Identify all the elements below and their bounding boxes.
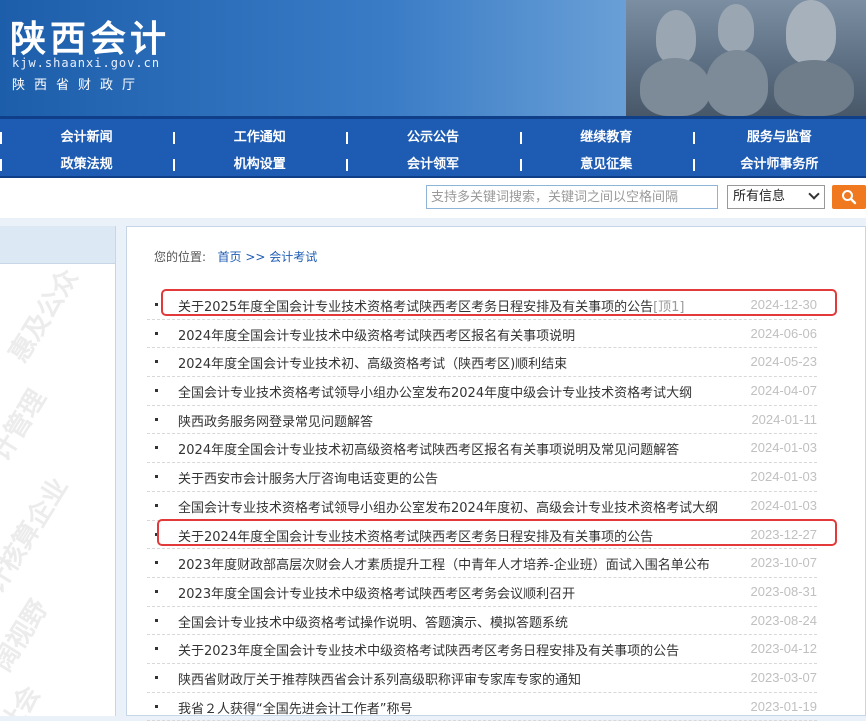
article-list: 关于2025年度全国会计专业技术资格考试陕西考区考务日程安排及有关事项的公告[顶… [147,291,817,721]
article-date: 2024-01-11 [751,411,817,427]
nav-row-1: 会计新闻 工作通知 公示公告 继续教育 服务与监督 [0,125,866,151]
breadcrumb-separator: >> [245,250,266,264]
article-link[interactable]: 2024年度全国会计专业技术初高级资格考试陕西考区报名有关事项说明及常见问题解答 [178,439,679,458]
nav-row-2: 政策法规 机构设置 会计领军 意见征集 会计师事务所 [0,152,866,178]
article-date: 2024-04-07 [750,383,818,399]
nav-item-policies[interactable]: 政策法规 [0,152,173,178]
article-date: 2023-04-12 [750,641,818,657]
bullet-icon [155,561,158,565]
article-link[interactable]: 2024年度全国会计专业技术初、高级资格考试（陕西考区)顺利结束 [178,353,567,372]
breadcrumb: 您的位置: 首页 >> 会计考试 [154,248,317,265]
watermark-text: 社会 [0,680,47,716]
article-list-panel: 您的位置: 首页 >> 会计考试 关于2025年度全国会计专业技术资格考试陕西考… [126,226,866,721]
article-link[interactable]: 全国会计专业技术中级资格考试操作说明、答题演示、模拟答题系统 [178,612,568,631]
article-date: 2023-03-07 [750,669,818,685]
terracotta-warriors-banner-image [626,0,866,116]
list-item: 我省２人获得“全国先进会计工作者”称号 2023-01-19 [147,693,817,721]
article-link[interactable]: 全国会计专业技术资格考试领导小组办公室发布2024年度初、高级会计专业技术资格考… [178,497,718,516]
site-logo-title[interactable]: 陕西会计 [10,10,170,62]
site-department: 陕西省财政厅 [12,78,145,93]
list-item: 2024年度全国会计专业技术初、高级资格考试（陕西考区)顺利结束 2024-05-… [147,348,818,378]
highlight-box [157,519,837,546]
search-icon [842,190,857,205]
article-link[interactable]: 全国会计专业技术资格考试领导小组办公室发布2024年度中级会计专业技术资格考试大… [178,382,692,401]
article-date: 2023-01-19 [750,698,818,714]
bullet-icon [155,618,158,622]
article-link[interactable]: 我省２人获得“全国先进会计工作者”称号 [178,698,412,717]
search-scope-value: 所有信息 [733,189,786,204]
article-link[interactable]: 2024年度全国会计专业技术中级资格考试陕西考区报名有关事项说明 [178,325,575,344]
list-item: 全国会计专业技术资格考试领导小组办公室发布2024年度初、高级会计专业技术资格考… [147,492,817,521]
search-input[interactable]: 支持多关键词搜索，关键词之间以空格间隔 [426,185,718,209]
main-navigation: 会计新闻 工作通知 公示公告 继续教育 服务与监督 政策法规 机构设置 会计领军… [0,116,866,178]
article-date: 2023-08-31 [750,583,818,599]
nav-item-feedback[interactable]: 意见征集 [519,152,693,178]
article-link[interactable]: 陕西政务服务网登录常见问题解答 [178,411,373,430]
nav-item-cpa-firms[interactable]: 会计师事务所 [692,152,866,178]
watermark-text: 惠及公众 [3,263,85,368]
search-bar: 支持多关键词搜索，关键词之间以空格间隔 所有信息 [0,178,866,218]
watermark-text: 计核算企业 [0,472,75,599]
nav-item-work-notices[interactable]: 工作通知 [173,125,346,151]
nav-item-service-supervision[interactable]: 服务与监督 [692,125,866,151]
site-url: kjw.shaanxi.gov.cn [12,56,161,70]
watermark-text: 计管理 [0,384,53,467]
bullet-icon [155,303,158,306]
article-link[interactable]: 2023年度财政部高层次财会人才素质提升工程（中青年人才培养-企业班）面试入围名… [178,554,710,573]
bullet-icon [155,360,158,364]
bullet-icon [155,675,158,679]
bullet-icon [155,704,158,708]
nav-item-accounting-news[interactable]: 会计新闻 [0,125,173,151]
breadcrumb-label: 您的位置: [154,250,207,264]
watermark-text: 阔视野 [0,594,55,677]
list-item: 2024年度全国会计专业技术中级资格考试陕西考区报名有关事项说明 2024-06-… [147,320,817,349]
bullet-icon [155,417,158,421]
list-item: 关于西安市会计服务大厅咨询电话变更的公告 2024-01-03 [147,463,817,492]
left-sidebar: 惠及公众 计管理 计核算企业 阔视野 社会 [0,226,116,716]
bullet-icon [155,389,158,393]
list-item: 2023年度全国会计专业技术中级资格考试陕西考区考务会议顺利召开 2023-08-… [147,578,817,607]
article-date: 2023-10-07 [750,555,818,571]
article-date: 2024-06-06 [750,325,818,341]
bullet-icon [155,589,158,593]
article-link[interactable]: 陕西省财政厅关于推荐陕西省会计系列高级职称评审专家库专家的通知 [178,669,581,688]
bullet-icon [155,647,158,651]
article-date: 2024-01-03 [750,440,818,456]
article-date: 2024-05-23 [750,354,818,370]
list-item: 陕西政务服务网登录常见问题解答 2024-01-11 [147,406,817,435]
bullet-icon [155,475,158,479]
list-item: 陕西省财政厅关于推荐陕西省会计系列高级职称评审专家库专家的通知 2023-03-0… [147,664,817,693]
article-link[interactable]: 2023年度全国会计专业技术中级资格考试陕西考区考务会议顺利召开 [178,583,575,602]
article-link[interactable]: 关于2023年度全国会计专业技术中级资格考试陕西考区考务日程安排及有关事项的公告 [178,640,679,659]
article-date: 2024-01-03 [750,469,818,485]
bullet-icon [155,331,158,335]
site-header: 陕西会计 kjw.shaanxi.gov.cn 陕西省财政厅 [0,0,866,116]
list-item: 全国会计专业技术中级资格考试操作说明、答题演示、模拟答题系统 2023-08-24 [147,607,817,636]
search-button[interactable] [832,185,866,209]
list-item: 2024年度全国会计专业技术初高级资格考试陕西考区报名有关事项说明及常见问题解答… [147,434,818,464]
list-item: 全国会计专业技术资格考试领导小组办公室发布2024年度中级会计专业技术资格考试大… [147,377,817,406]
nav-item-accounting-leaders[interactable]: 会计领军 [346,152,519,178]
chevron-down-icon [808,188,820,200]
nav-item-organizations[interactable]: 机构设置 [173,152,346,178]
bullet-icon [155,446,158,450]
list-item: 2023年度财政部高层次财会人才素质提升工程（中青年人才培养-企业班）面试入围名… [147,549,817,578]
highlight-box [161,289,837,316]
nav-item-announcements[interactable]: 公示公告 [346,125,519,151]
article-date: 2023-08-24 [750,612,818,628]
left-sidebar-header [0,226,115,264]
article-link[interactable]: 关于西安市会计服务大厅咨询电话变更的公告 [178,468,438,487]
breadcrumb-current[interactable]: 会计考试 [269,250,317,264]
breadcrumb-home-link[interactable]: 首页 [218,250,242,264]
bullet-icon [155,503,158,507]
article-date: 2024-01-03 [750,497,818,513]
search-scope-select[interactable]: 所有信息 [727,185,825,209]
nav-item-continuing-education[interactable]: 继续教育 [519,125,693,151]
list-item: 关于2023年度全国会计专业技术中级资格考试陕西考区考务日程安排及有关事项的公告… [147,635,817,664]
